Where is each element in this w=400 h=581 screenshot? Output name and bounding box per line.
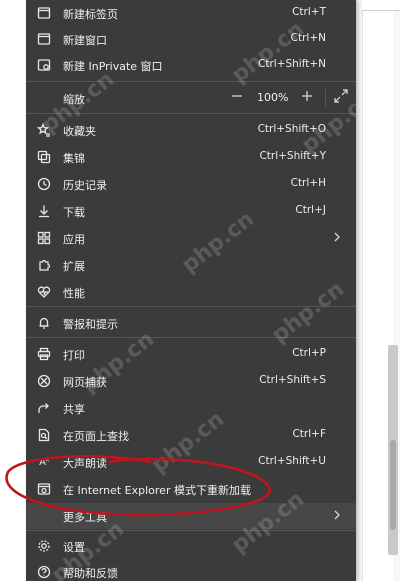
web-capture-icon (36, 373, 52, 389)
bell-icon (36, 315, 52, 331)
chevron-right-icon (332, 230, 344, 244)
menu-item-ie-mode[interactable]: 在 Internet Explorer 模式下重新加载 (26, 476, 356, 502)
menu-item-label: 大声朗读 (63, 457, 107, 470)
menu-item-alerts[interactable]: 警报和提示 (26, 310, 356, 336)
menu-item-label: 新建 InPrivate 窗口 (63, 60, 163, 73)
inprivate-icon (36, 57, 52, 73)
menu-item-label: 在页面上查找 (63, 430, 129, 443)
history-icon (36, 176, 52, 192)
menu-item-shortcut: Ctrl+H (290, 177, 326, 189)
menu-item-label: 警报和提示 (63, 318, 118, 331)
help-icon (36, 564, 52, 580)
menu-item-label: 下载 (63, 206, 85, 219)
zoom-out-button[interactable] (228, 87, 248, 107)
menu-item-zoom: 缩放 100% (26, 85, 356, 111)
menu-item-shortcut: Ctrl+Shift+Y (259, 150, 326, 162)
menu-separator (26, 81, 356, 82)
menu-item-new-window[interactable]: 新建窗口 Ctrl+N (26, 26, 356, 52)
favorites-icon (36, 122, 52, 138)
menu-item-label: 帮助和反馈 (63, 567, 118, 580)
menu-item-apps[interactable]: 应用 (26, 225, 356, 251)
menu-item-shortcut: Ctrl+Shift+O (257, 123, 326, 135)
zoom-value: 100% (257, 91, 289, 104)
gear-icon (36, 538, 52, 554)
menu-item-performance[interactable]: 性能 (26, 279, 356, 305)
menu-item-new-tab[interactable]: 新建标签页 Ctrl+T (26, 0, 356, 26)
menu-item-read-aloud[interactable]: Aᴬ 大声朗读 Ctrl+Shift+U (26, 449, 356, 475)
page-background-left (0, 0, 26, 581)
browser-settings-menu: 新建标签页 Ctrl+T 新建窗口 Ctrl+N 新建 InPrivate 窗口… (26, 0, 356, 581)
menu-item-label: 网页捕获 (63, 376, 107, 389)
menu-item-label: 历史记录 (63, 179, 107, 192)
read-aloud-icon: Aᴬ (39, 456, 49, 468)
apps-icon (36, 230, 52, 246)
menu-item-shortcut: Ctrl+F (292, 428, 326, 440)
menu-item-label: 性能 (63, 287, 85, 300)
menu-separator (26, 337, 356, 338)
menu-item-shortcut: Ctrl+T (292, 6, 326, 18)
new-tab-icon (36, 5, 52, 21)
menu-item-label: 新建窗口 (63, 34, 107, 47)
menu-separator (26, 306, 356, 307)
menu-item-shortcut: Ctrl+J (295, 204, 326, 216)
menu-item-more-tools[interactable]: 更多工具 (26, 503, 356, 529)
find-icon (36, 427, 52, 443)
menu-item-favorites[interactable]: 收藏夹 Ctrl+Shift+O (26, 117, 356, 143)
menu-item-shortcut: Ctrl+N (290, 32, 326, 44)
ie-mode-icon (36, 481, 52, 497)
menu-item-history[interactable]: 历史记录 Ctrl+H (26, 171, 356, 197)
download-icon (36, 203, 52, 219)
menu-item-label: 新建标签页 (63, 8, 118, 21)
menu-item-label: 集锦 (63, 152, 85, 165)
menu-item-settings[interactable]: 设置 (26, 533, 356, 559)
menu-separator (26, 113, 356, 114)
fullscreen-icon[interactable] (332, 87, 352, 107)
menu-item-label: 应用 (63, 233, 85, 246)
menu-item-shortcut: Ctrl+P (292, 347, 326, 359)
chevron-right-icon (332, 508, 344, 522)
menu-item-share[interactable]: 共享 (26, 395, 356, 421)
page-top-box (362, 0, 400, 11)
collections-icon (36, 149, 52, 165)
print-icon (36, 346, 52, 362)
zoom-label: 缩放 (63, 93, 85, 106)
performance-icon (36, 284, 52, 300)
menu-item-downloads[interactable]: 下载 Ctrl+J (26, 198, 356, 224)
menu-item-label: 扩展 (63, 260, 85, 273)
share-icon (36, 400, 52, 416)
menu-item-help[interactable]: 帮助和反馈 (26, 559, 356, 581)
menu-item-label: 共享 (63, 403, 85, 416)
menu-item-web-capture[interactable]: 网页捕获 Ctrl+Shift+S (26, 368, 356, 394)
menu-item-new-inprivate[interactable]: 新建 InPrivate 窗口 Ctrl+Shift+N (26, 52, 356, 78)
menu-item-print[interactable]: 打印 Ctrl+P (26, 341, 356, 367)
menu-item-find[interactable]: 在页面上查找 Ctrl+F (26, 422, 356, 448)
page-scrollbar-thumb[interactable] (390, 440, 396, 530)
menu-separator (26, 530, 356, 531)
menu-item-collections[interactable]: 集锦 Ctrl+Shift+Y (26, 144, 356, 170)
menu-item-label: 打印 (63, 349, 85, 362)
menu-item-label: 在 Internet Explorer 模式下重新加载 (63, 484, 251, 497)
menu-item-shortcut: Ctrl+Shift+S (259, 374, 326, 386)
menu-item-label: 更多工具 (63, 511, 107, 524)
extensions-icon (36, 257, 52, 273)
menu-item-shortcut: Ctrl+Shift+U (258, 455, 326, 467)
menu-item-label: 收藏夹 (63, 125, 96, 138)
new-window-icon (36, 31, 52, 47)
menu-item-extensions[interactable]: 扩展 (26, 252, 356, 278)
menu-item-label: 设置 (63, 541, 85, 554)
zoom-divider (325, 89, 326, 107)
menu-item-shortcut: Ctrl+Shift+N (258, 58, 326, 70)
zoom-in-button[interactable] (298, 87, 318, 107)
